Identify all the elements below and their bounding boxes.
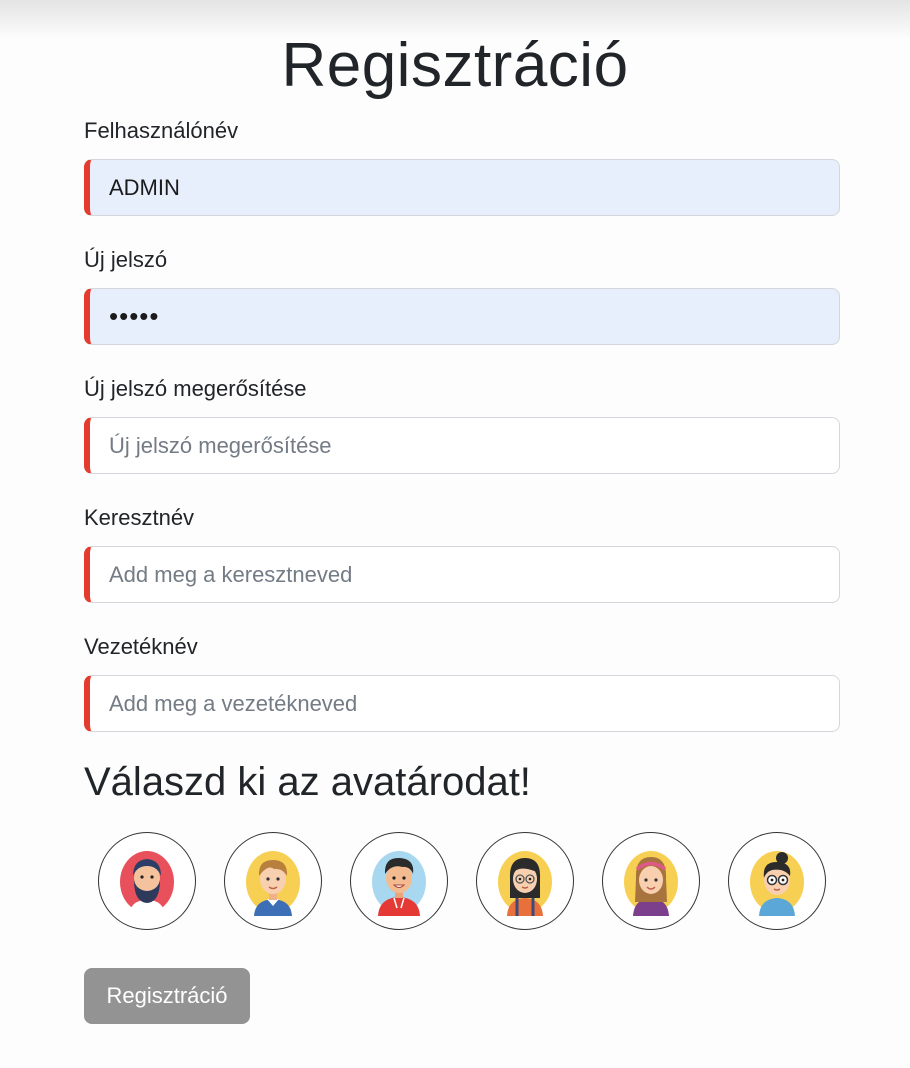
avatar-option-4[interactable] bbox=[476, 832, 574, 930]
register-button[interactable]: Regisztráció bbox=[84, 968, 250, 1024]
confirm-password-input[interactable] bbox=[84, 417, 840, 474]
bearded-man-avatar bbox=[120, 851, 174, 916]
username-label: Felhasználónév bbox=[84, 118, 239, 143]
dark-haired-boy-avatar bbox=[372, 851, 426, 916]
woman-with-glasses-avatar bbox=[750, 851, 804, 916]
page-title: Regisztráció bbox=[281, 31, 629, 100]
girl-with-headband-avatar bbox=[624, 851, 678, 916]
firstname-label: Keresztnév bbox=[84, 505, 195, 530]
blond-boy-avatar bbox=[246, 851, 300, 916]
confirm-password-label: Új jelszó megerősítése bbox=[84, 376, 307, 401]
avatar-picker bbox=[98, 832, 826, 930]
password-label: Új jelszó bbox=[84, 247, 168, 272]
firstname-input[interactable] bbox=[84, 546, 840, 603]
avatar-heading: Válaszd ki az avatárodat! bbox=[84, 760, 531, 804]
avatar-option-5[interactable] bbox=[602, 832, 700, 930]
lastname-label: Vezetéknév bbox=[84, 634, 198, 659]
avatar-option-3[interactable] bbox=[350, 832, 448, 930]
username-input[interactable] bbox=[84, 159, 840, 216]
password-input[interactable] bbox=[84, 288, 840, 345]
girl-with-glasses-avatar bbox=[498, 851, 552, 916]
avatar-option-6[interactable] bbox=[728, 832, 826, 930]
avatar-option-1[interactable] bbox=[98, 832, 196, 930]
avatar-option-2[interactable] bbox=[224, 832, 322, 930]
lastname-input[interactable] bbox=[84, 675, 840, 732]
